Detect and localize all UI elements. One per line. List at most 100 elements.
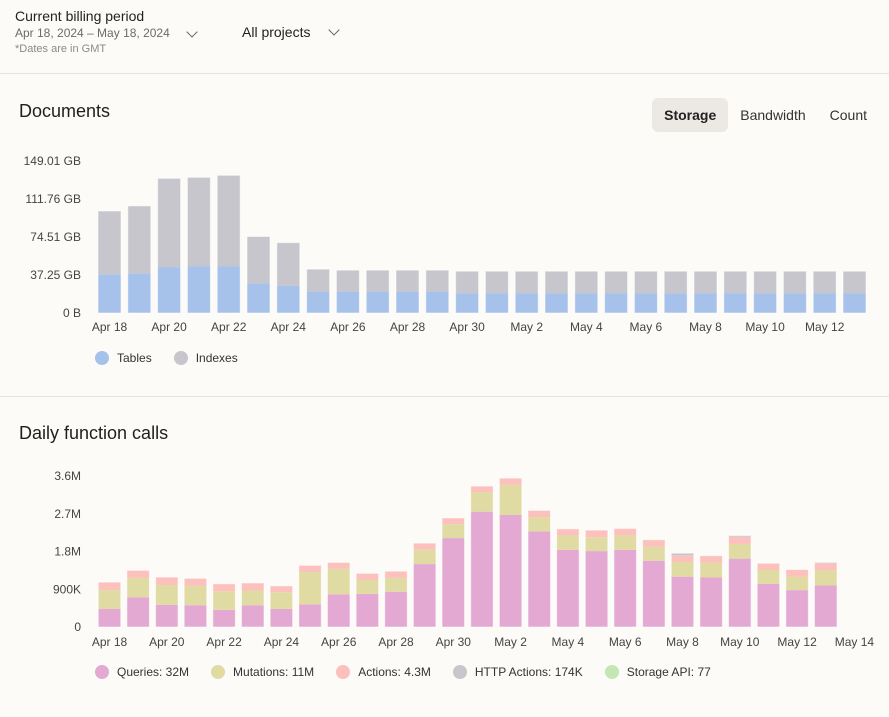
bar-queries	[528, 531, 551, 627]
project-selector[interactable]: All projects	[242, 24, 341, 40]
bar-group[interactable]	[842, 270, 867, 314]
bar-group[interactable]	[723, 270, 748, 314]
bar-group[interactable]	[782, 270, 807, 314]
bar-group[interactable]	[574, 270, 599, 314]
tab-count[interactable]: Count	[818, 98, 879, 132]
legend-swatch-icon	[452, 665, 467, 679]
bar-group[interactable]	[269, 585, 294, 628]
legend-swatch-icon	[95, 351, 109, 365]
bar-group[interactable]	[355, 572, 380, 628]
legend-item-mutations[interactable]: Mutations: 11M	[211, 665, 314, 679]
bar-group[interactable]	[498, 477, 523, 628]
bar-tables	[98, 274, 121, 313]
bar-group[interactable]	[613, 527, 637, 628]
bar-queries	[499, 515, 522, 627]
bar-group[interactable]	[425, 269, 450, 314]
bar-group[interactable]	[699, 555, 723, 628]
bar-group[interactable]	[484, 270, 509, 314]
bar-group[interactable]	[544, 270, 569, 314]
bar-actions	[384, 571, 408, 578]
legend-label: HTTP Actions: 174K	[474, 665, 583, 679]
bar-group[interactable]	[183, 577, 208, 628]
bar-group[interactable]	[126, 569, 150, 628]
bar-actions	[327, 562, 350, 569]
bar-group[interactable]	[155, 576, 179, 628]
bar-group[interactable]	[441, 517, 466, 628]
bar-group[interactable]	[384, 570, 408, 628]
bar-queries	[356, 593, 379, 627]
bar-actions	[671, 555, 694, 562]
bar-group[interactable]	[216, 174, 241, 314]
tab-bandwidth[interactable]: Bandwidth	[728, 98, 817, 132]
bar-mutations	[556, 535, 580, 550]
bar-actions	[757, 563, 780, 570]
y-tick-label: 0	[74, 620, 81, 634]
bar-indexes	[634, 271, 658, 294]
billing-period-title: Current billing period	[15, 8, 145, 24]
bar-group[interactable]	[241, 582, 265, 628]
billing-period-dropdown[interactable]: Apr 18, 2024 – May 18, 2024	[15, 25, 198, 41]
bar-group[interactable]	[642, 539, 666, 628]
bar-indexes	[813, 271, 837, 294]
bar-group[interactable]	[455, 270, 480, 314]
bar-indexes	[515, 271, 539, 294]
bar-group[interactable]	[335, 269, 360, 314]
bar-group[interactable]	[514, 270, 539, 314]
billing-period-range: Apr 18, 2024 – May 18, 2024	[15, 26, 170, 40]
bar-group[interactable]	[670, 552, 695, 628]
bar-group[interactable]	[326, 561, 351, 628]
tab-storage[interactable]: Storage	[652, 98, 729, 132]
legend-item-storage-api[interactable]: Storage API: 77	[604, 665, 711, 679]
bar-group[interactable]	[412, 542, 437, 628]
bar-group[interactable]	[212, 583, 236, 628]
bar-mutations	[728, 543, 752, 559]
legend-item-tables[interactable]: Tables	[95, 351, 152, 365]
bar-group[interactable]	[556, 528, 580, 628]
bar-group[interactable]	[127, 205, 152, 314]
bar-group[interactable]	[246, 235, 271, 314]
bar-group[interactable]	[306, 268, 331, 314]
bar-indexes	[127, 205, 151, 274]
bar-group[interactable]	[186, 176, 211, 314]
legend-item-queries[interactable]: Queries: 32M	[95, 665, 189, 679]
bar-group[interactable]	[365, 269, 390, 314]
bar-queries	[413, 564, 436, 627]
bar-group[interactable]	[97, 210, 122, 314]
bar-actions	[499, 478, 522, 485]
legend-item-actions[interactable]: Actions: 4.3M	[336, 665, 431, 679]
legend-item-indexes[interactable]: Indexes	[173, 351, 238, 365]
bar-tables	[694, 293, 717, 313]
bar-group[interactable]	[527, 509, 551, 628]
bar-group[interactable]	[693, 270, 718, 314]
bar-group[interactable]	[298, 564, 322, 628]
bar-group[interactable]	[814, 561, 838, 628]
bar-group[interactable]	[785, 569, 809, 628]
bar-group[interactable]	[584, 529, 609, 628]
bar-queries	[126, 597, 150, 627]
bar-group[interactable]	[633, 270, 658, 314]
bar-group[interactable]	[157, 177, 182, 314]
bar-queries	[814, 585, 837, 627]
x-tick-label: May 6	[630, 320, 663, 334]
bar-actions	[728, 536, 752, 544]
bar-group[interactable]	[470, 485, 494, 628]
legend-swatch-icon	[604, 665, 619, 679]
bar-indexes	[396, 270, 419, 292]
bar-group[interactable]	[276, 242, 301, 314]
bar-queries	[298, 604, 322, 627]
bar-tables	[485, 293, 509, 313]
legend-item-http-actions[interactable]: HTTP Actions: 174K	[452, 665, 583, 679]
bar-queries	[556, 549, 580, 627]
y-tick-label: 74.51 GB	[30, 230, 81, 244]
bar-group[interactable]	[812, 270, 837, 314]
x-tick-label: May 10	[720, 635, 760, 649]
bar-mutations	[757, 569, 780, 584]
bar-group[interactable]	[728, 535, 752, 628]
bar-group[interactable]	[663, 270, 688, 314]
bar-queries	[212, 609, 236, 627]
bar-group[interactable]	[395, 269, 420, 314]
bar-group[interactable]	[756, 562, 781, 628]
bar-group[interactable]	[97, 581, 122, 628]
bar-group[interactable]	[604, 270, 629, 314]
bar-group[interactable]	[753, 270, 778, 314]
